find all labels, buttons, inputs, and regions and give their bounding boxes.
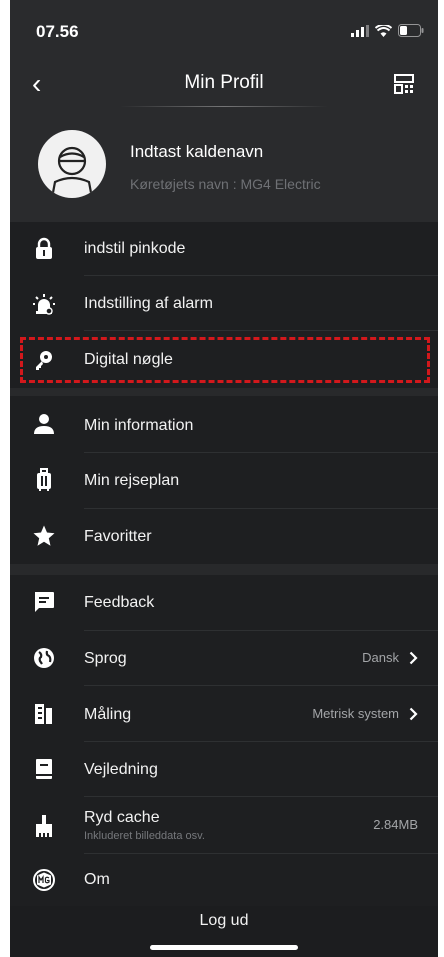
globe-icon <box>34 648 54 668</box>
menu-item-pin-code[interactable]: indstil pinkode <box>10 222 438 276</box>
nickname-prompt[interactable]: Indtast kaldenavn <box>130 142 263 162</box>
menu-item-guide[interactable]: Vejledning <box>10 742 438 797</box>
status-bar: 07.56 <box>10 0 438 60</box>
cache-size-value: 2.84MB <box>373 817 418 832</box>
luggage-icon <box>37 468 51 491</box>
measurement-icon <box>35 704 52 724</box>
measurement-current: Metrisk system <box>312 706 399 721</box>
menu-item-label: indstil pinkode <box>84 240 186 257</box>
section-gap <box>10 564 438 575</box>
lock-icon <box>36 237 52 259</box>
guide-book-icon <box>36 759 52 779</box>
language-current: Dansk <box>362 650 399 665</box>
broom-icon <box>36 815 52 837</box>
wifi-icon <box>375 24 392 37</box>
driver-avatar-icon <box>50 146 94 198</box>
message-icon <box>35 592 54 612</box>
status-icons <box>351 24 424 37</box>
menu-item-my-itinerary[interactable]: Min rejseplan <box>10 453 438 509</box>
menu-item-label: Min information <box>84 417 194 434</box>
highlight-box <box>20 337 430 383</box>
star-icon <box>33 525 55 546</box>
menu-item-about[interactable]: Om <box>10 854 438 906</box>
menu-item-my-information[interactable]: Min information <box>10 396 438 453</box>
language-value: Dansk <box>362 650 418 665</box>
menu-item-label: Vejledning <box>84 761 158 778</box>
menu-item-clear-cache[interactable]: Ryd cache Inkluderet billeddata osv. 2.8… <box>10 797 438 854</box>
menu-item-feedback[interactable]: Feedback <box>10 575 438 631</box>
menu-item-label: Om <box>84 871 110 888</box>
menu-item-label: Min rejseplan <box>84 472 180 489</box>
menu-item-sublabel: Inkluderet billeddata osv. <box>84 830 205 842</box>
chevron-right-icon <box>409 651 418 664</box>
vehicle-name: Køretøjets navn : MG4 Electric <box>130 176 321 192</box>
phone-screen: 07.56 ‹ Min Profil Indtast kaldenavn Kør… <box>10 0 438 957</box>
cache-size: 2.84MB <box>373 817 418 832</box>
title-underline <box>120 106 328 107</box>
qr-scan-icon[interactable] <box>394 74 414 94</box>
profile-card[interactable]: Indtast kaldenavn Køretøjets navn : MG4 … <box>10 108 438 222</box>
avatar[interactable] <box>38 130 106 198</box>
menu-item-label: Favoritter <box>84 528 152 545</box>
menu-item-alarm-settings[interactable]: Indstilling af alarm <box>10 276 438 331</box>
menu-item-label: Feedback <box>84 594 155 611</box>
logout-button[interactable]: Log ud <box>10 912 438 930</box>
home-indicator <box>150 945 298 950</box>
section-gap <box>10 388 438 396</box>
status-time: 07.56 <box>36 22 79 41</box>
chevron-right-icon <box>409 707 418 720</box>
menu-item-label: Måling <box>84 706 132 723</box>
measurement-value: Metrisk system <box>312 706 418 721</box>
mg-logo-icon <box>33 869 55 891</box>
menu-item-label: Indstilling af alarm <box>84 295 213 312</box>
signal-icon <box>351 24 369 37</box>
person-icon <box>34 414 54 434</box>
menu-item-favorites[interactable]: Favoritter <box>10 509 438 564</box>
menu-item-measurement[interactable]: Måling Metrisk system <box>10 686 438 742</box>
nav-bar: ‹ Min Profil <box>10 60 438 108</box>
menu-item-label: Ryd cache <box>84 809 160 826</box>
page-title: Min Profil <box>184 72 264 93</box>
menu-item-language[interactable]: Sprog Dansk <box>10 631 438 686</box>
alarm-light-icon <box>33 294 55 315</box>
menu-item-label: Sprog <box>84 650 127 667</box>
battery-icon <box>398 24 424 37</box>
